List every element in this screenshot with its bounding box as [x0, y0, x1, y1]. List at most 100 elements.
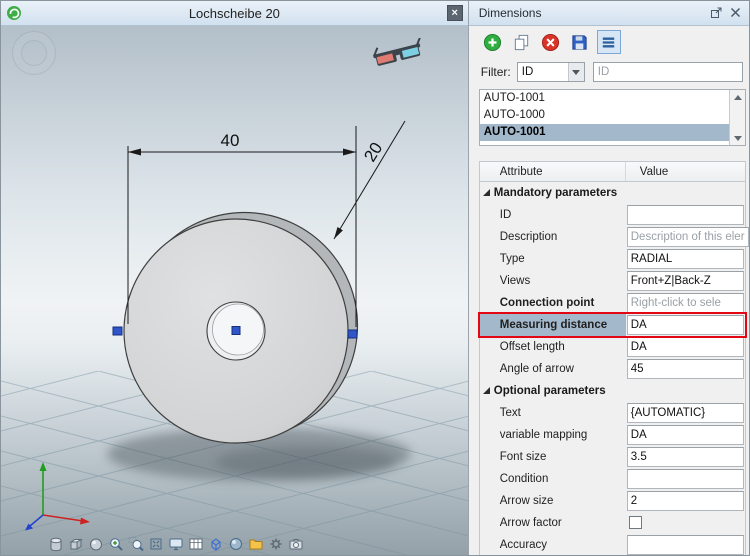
section-grid-icon[interactable]: [187, 535, 205, 553]
parameter-value-cell: 3.5: [626, 446, 745, 468]
parameter-label: Connection point: [480, 292, 626, 314]
list-item[interactable]: AUTO-1001: [480, 124, 729, 141]
parameter-group-row[interactable]: Mandatory parameters: [480, 182, 745, 204]
parameter-row[interactable]: TypeRADIAL: [480, 248, 745, 270]
parameter-label: Description: [480, 226, 626, 248]
copy-icon: [512, 33, 531, 52]
shaded-sphere-icon[interactable]: [227, 535, 245, 553]
value-input[interactable]: 45: [627, 359, 744, 379]
value-input[interactable]: [627, 469, 744, 489]
parameter-value-cell: DA: [626, 336, 745, 358]
copy-button[interactable]: [510, 30, 534, 54]
navigation-wheel[interactable]: [13, 32, 55, 74]
parameter-row[interactable]: ID: [480, 204, 745, 226]
list-scrollbar[interactable]: [729, 90, 745, 145]
parameter-row[interactable]: Measuring distanceDA: [480, 314, 745, 336]
folder-icon[interactable]: [247, 535, 265, 553]
fit-view-icon[interactable]: [147, 535, 165, 553]
wireframe-cube-icon[interactable]: [207, 535, 225, 553]
gear-icon[interactable]: [267, 535, 285, 553]
menu-button[interactable]: [597, 30, 621, 54]
list-item[interactable]: AUTO-1001: [480, 90, 729, 107]
value-input[interactable]: Description of this eler: [627, 227, 749, 247]
value-input[interactable]: 3.5: [627, 447, 744, 467]
parameter-value-cell: DA: [626, 424, 745, 446]
parameter-value-cell: Description of this eler: [626, 226, 749, 248]
chevron-down-icon[interactable]: [568, 63, 584, 81]
viewport-titlebar[interactable]: Lochscheibe 20 ×: [1, 1, 468, 26]
save-icon: [570, 33, 589, 52]
scroll-up-icon[interactable]: [730, 90, 745, 104]
column-header-value[interactable]: Value: [626, 162, 745, 181]
attribute-table-header: Attribute Value: [480, 162, 745, 182]
viewport-close-button[interactable]: ×: [447, 5, 463, 21]
list-item[interactable]: AUTO-1000: [480, 107, 729, 124]
parameter-value-cell: 45: [626, 358, 745, 380]
cube-icon[interactable]: [67, 535, 85, 553]
parameter-label: Condition: [480, 468, 626, 490]
close-icon: [729, 6, 742, 19]
3d-glasses-icon[interactable]: [370, 38, 426, 74]
parameter-row[interactable]: Font size3.5: [480, 446, 745, 468]
value-input[interactable]: DA: [627, 315, 744, 335]
cylinder-icon[interactable]: [47, 535, 65, 553]
save-button[interactable]: [568, 30, 592, 54]
parameter-value-cell: 2: [626, 490, 745, 512]
parameter-row[interactable]: Arrow factor: [480, 512, 745, 534]
right-connection-handle[interactable]: [348, 330, 357, 338]
parameter-value-cell: {AUTOMATIC}: [626, 402, 745, 424]
parameter-row[interactable]: Angle of arrow45: [480, 358, 745, 380]
panel-title: Dimensions: [479, 6, 542, 20]
value-input[interactable]: Front+Z|Back-Z: [627, 271, 744, 291]
left-connection-handle[interactable]: [113, 327, 122, 335]
close-panel-button[interactable]: [727, 5, 743, 21]
checkbox[interactable]: [629, 516, 642, 529]
parameter-row[interactable]: DescriptionDescription of this eler: [480, 226, 745, 248]
dimensions-titlebar[interactable]: Dimensions: [469, 1, 749, 26]
sphere-icon[interactable]: [87, 535, 105, 553]
value-input[interactable]: RADIAL: [627, 249, 744, 269]
menu-icon: [599, 33, 618, 52]
parameter-label: Arrow size: [480, 490, 626, 512]
add-button[interactable]: [481, 30, 505, 54]
parameter-row[interactable]: ViewsFront+Z|Back-Z: [480, 270, 745, 292]
parameter-row[interactable]: Connection pointRight-click to sele: [480, 292, 745, 314]
dimension-40-label[interactable]: 40: [221, 131, 240, 150]
scrollbar-track[interactable]: [730, 104, 745, 131]
center-connection-handle[interactable]: [232, 327, 240, 335]
parameter-value-cell: [626, 204, 745, 226]
undock-panel-button[interactable]: [708, 5, 724, 21]
zoom-in-icon[interactable]: [107, 535, 125, 553]
value-input[interactable]: 2: [627, 491, 744, 511]
parameter-row[interactable]: Accuracy: [480, 534, 745, 555]
parameter-row[interactable]: Arrow size2: [480, 490, 745, 512]
camera-icon[interactable]: [287, 535, 305, 553]
parameter-row[interactable]: Condition: [480, 468, 745, 490]
delete-icon: [541, 33, 560, 52]
value-input[interactable]: DA: [627, 425, 744, 445]
viewport-3d[interactable]: 40 20: [1, 26, 468, 555]
parameter-row[interactable]: Offset lengthDA: [480, 336, 745, 358]
value-input[interactable]: [627, 205, 744, 225]
column-header-attribute[interactable]: Attribute: [480, 162, 626, 181]
parameter-row[interactable]: Text{AUTOMATIC}: [480, 402, 745, 424]
parameter-label: Measuring distance: [480, 314, 626, 336]
filter-type-dropdown[interactable]: ID: [517, 62, 585, 82]
viewport-pane: Lochscheibe 20 ×: [1, 1, 468, 555]
value-input[interactable]: {AUTOMATIC}: [627, 403, 744, 423]
value-input[interactable]: DA: [627, 337, 744, 357]
filter-input[interactable]: [593, 62, 743, 82]
dimension-list[interactable]: AUTO-1001AUTO-1000AUTO-1001: [480, 90, 729, 145]
delete-button[interactable]: [539, 30, 563, 54]
value-input[interactable]: [627, 535, 744, 555]
scroll-down-icon[interactable]: [730, 131, 745, 145]
monitor-icon[interactable]: [167, 535, 185, 553]
parameter-row[interactable]: variable mappingDA: [480, 424, 745, 446]
zoom-window-icon[interactable]: [127, 535, 145, 553]
viewport-title: Lochscheibe 20: [1, 6, 468, 21]
parameter-group-row[interactable]: Optional parameters: [480, 380, 745, 402]
collapse-triangle-icon[interactable]: [483, 189, 490, 196]
collapse-triangle-icon[interactable]: [483, 387, 490, 394]
parameter-value-cell: Right-click to sele: [626, 292, 745, 314]
value-input[interactable]: Right-click to sele: [627, 293, 744, 313]
